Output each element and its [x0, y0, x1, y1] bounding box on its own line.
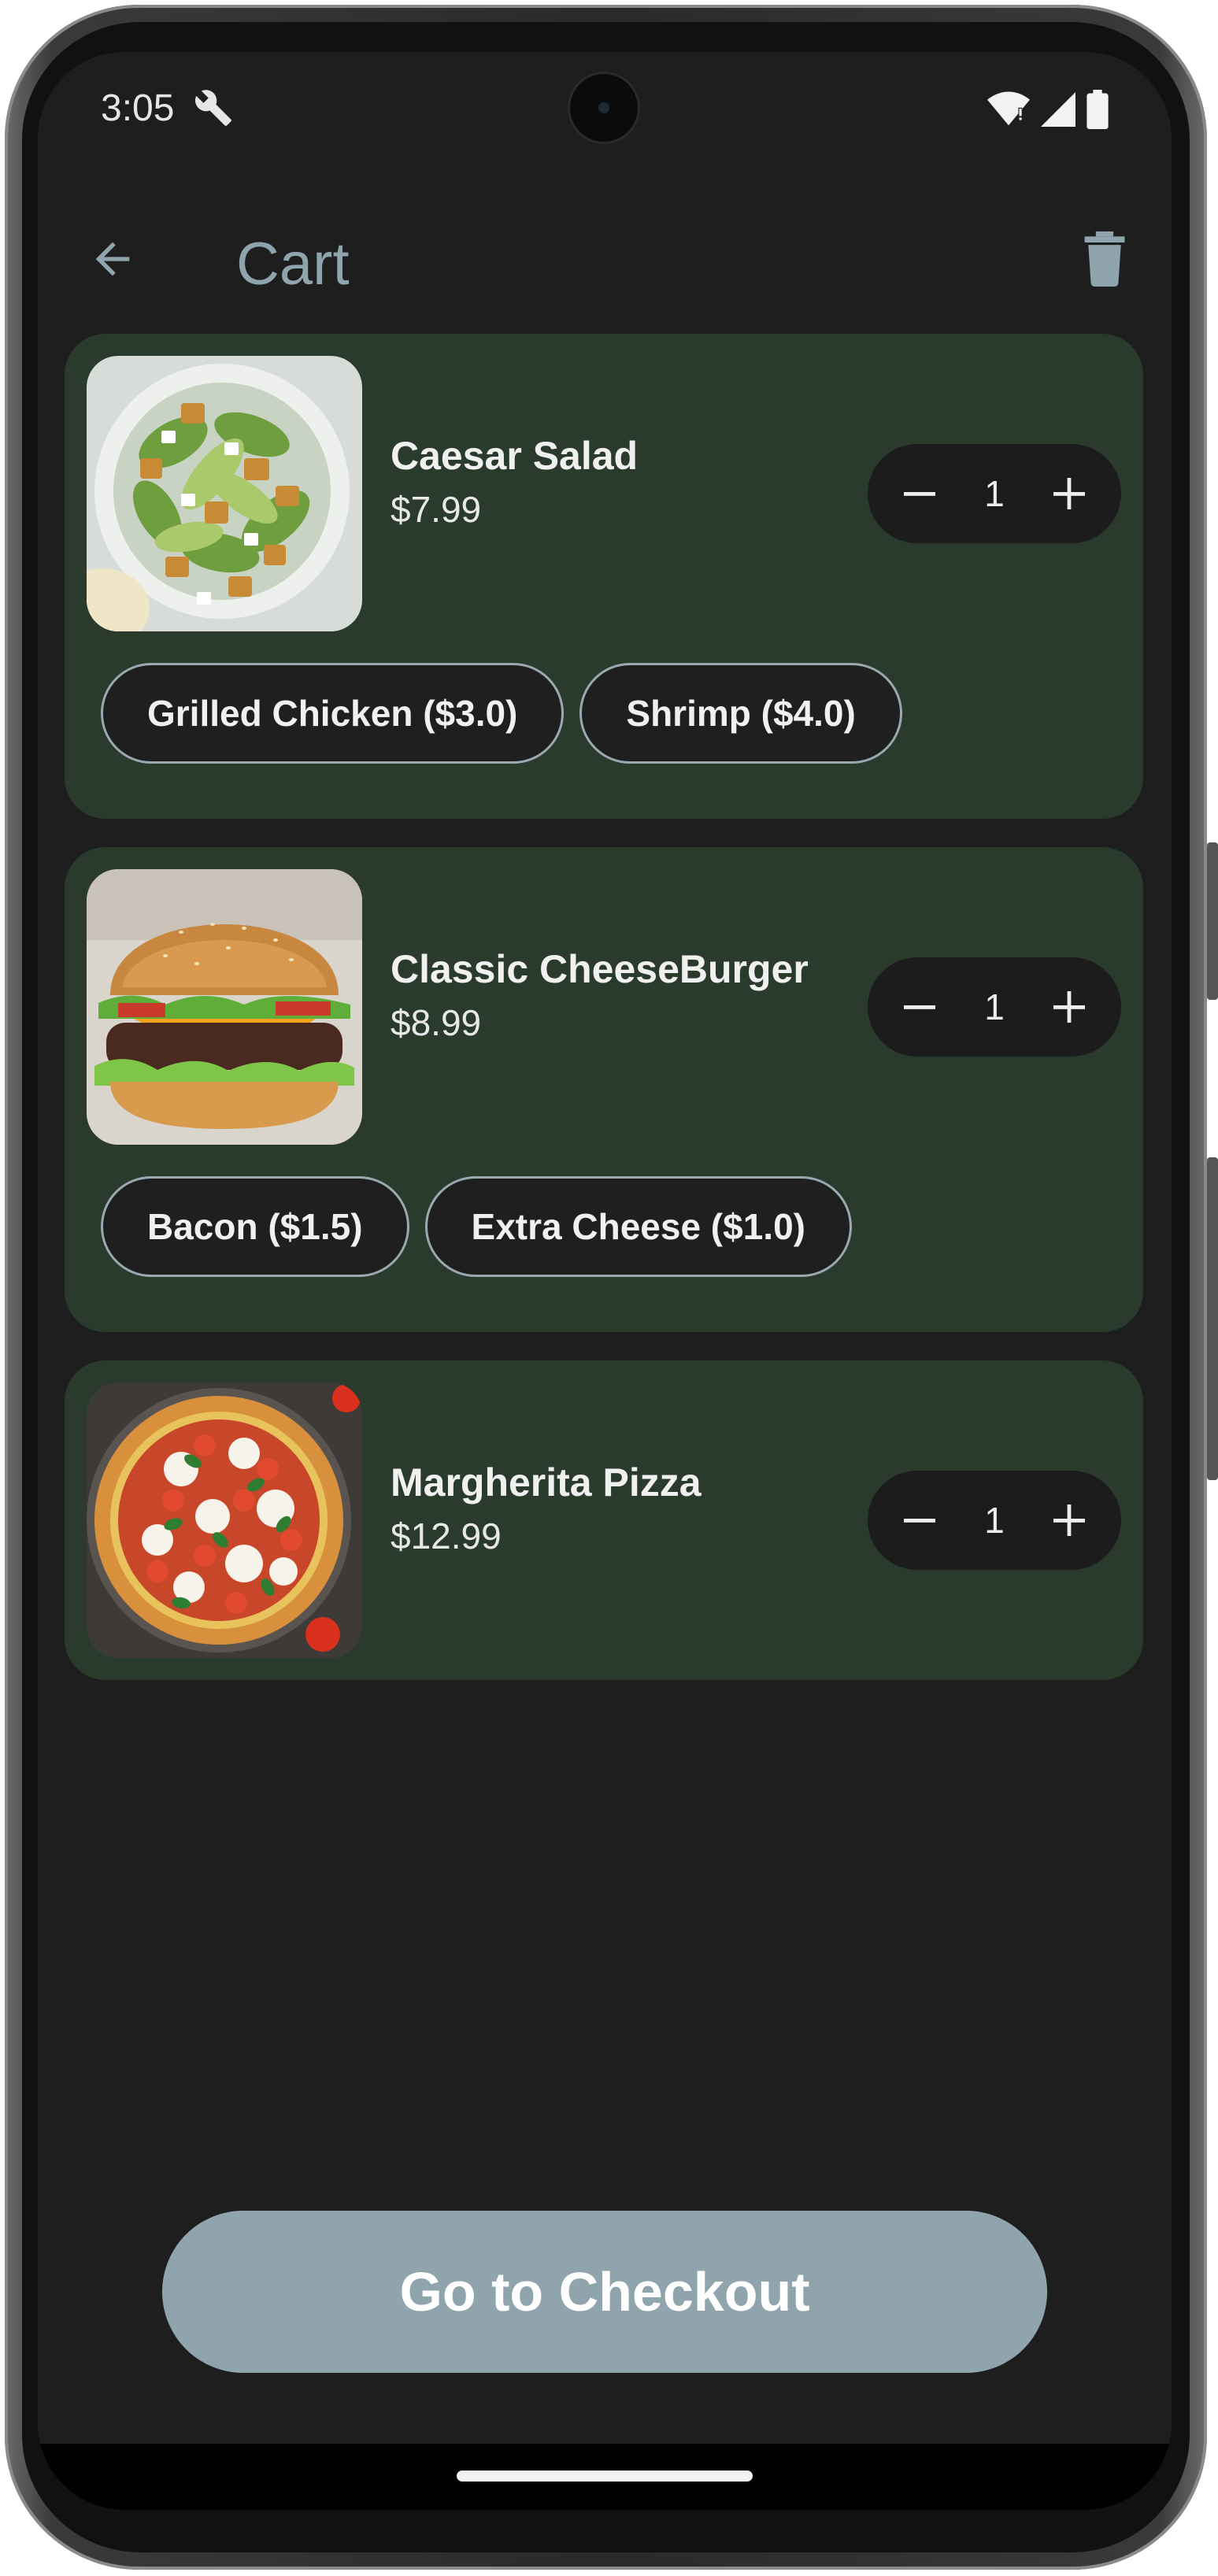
front-camera — [570, 74, 638, 142]
battery-icon — [1087, 90, 1109, 133]
increase-quantity-button[interactable] — [1039, 977, 1099, 1037]
addon-chip[interactable]: Grilled Chicken ($3.0) — [101, 663, 565, 764]
item-price: $8.99 — [391, 1002, 482, 1043]
plus-icon — [1053, 1505, 1085, 1536]
addon-chips: Bacon ($1.5) Extra Cheese ($1.0) — [101, 1176, 852, 1277]
plus-icon — [1053, 991, 1085, 1023]
item-name: Caesar Salad — [391, 434, 639, 478]
plus-icon — [1053, 478, 1085, 509]
minus-icon — [904, 1519, 935, 1523]
checkout-button[interactable]: Go to Checkout — [162, 2211, 1047, 2373]
app-bar: Cart — [38, 194, 1172, 312]
wifi-icon — [987, 91, 1030, 131]
decrease-quantity-button[interactable] — [890, 1490, 950, 1550]
quantity-value: 1 — [984, 1500, 1005, 1541]
page-title: Cart — [236, 231, 350, 298]
item-price: $7.99 — [391, 489, 482, 530]
cart-item: Classic CheeseBurger $8.99 1 Bacon ($1.5… — [65, 847, 1143, 1332]
minus-icon — [904, 492, 935, 496]
quantity-value: 1 — [984, 473, 1005, 514]
gesture-nav-bar — [38, 2444, 1172, 2510]
cart-list: Caesar Salad $7.99 1 Grilled Chicken ($3… — [65, 334, 1143, 1708]
addon-chip[interactable]: Shrimp ($4.0) — [579, 663, 902, 764]
quantity-stepper: 1 — [868, 444, 1121, 543]
cart-item: Caesar Salad $7.99 1 Grilled Chicken ($3… — [65, 334, 1143, 819]
caesar-salad-image — [87, 356, 362, 631]
status-icons — [987, 90, 1109, 133]
item-name: Margherita Pizza — [391, 1460, 702, 1505]
addon-chips: Grilled Chicken ($3.0) Shrimp ($4.0) — [101, 663, 902, 764]
signal-icon — [1041, 91, 1075, 131]
addon-chip[interactable]: Bacon ($1.5) — [101, 1176, 409, 1277]
decrease-quantity-button[interactable] — [890, 977, 950, 1037]
wrench-icon — [194, 88, 233, 128]
power-button — [1207, 842, 1218, 1000]
clear-cart-button[interactable] — [1069, 225, 1140, 296]
status-time: 3:05 — [101, 87, 175, 129]
status-bar: 3:05 — [38, 52, 1172, 162]
cart-item: Margherita Pizza $12.99 1 — [65, 1360, 1143, 1680]
decrease-quantity-button[interactable] — [890, 464, 950, 524]
quantity-stepper: 1 — [868, 957, 1121, 1057]
home-indicator[interactable] — [457, 2471, 753, 2482]
app-screen: 3:05 Cart Caesar Salad $7.99 1 Grilled C… — [38, 52, 1172, 2510]
volume-button — [1207, 1157, 1218, 1480]
item-price: $12.99 — [391, 1516, 502, 1556]
increase-quantity-button[interactable] — [1039, 464, 1099, 524]
quantity-stepper: 1 — [868, 1471, 1121, 1570]
item-name: Classic CheeseBurger — [391, 947, 809, 991]
arrow-back-icon — [87, 234, 138, 288]
increase-quantity-button[interactable] — [1039, 1490, 1099, 1550]
margherita-pizza-image — [87, 1382, 362, 1658]
trash-icon — [1079, 231, 1130, 291]
cheeseburger-image — [87, 869, 362, 1145]
back-button[interactable] — [77, 225, 148, 296]
addon-chip[interactable]: Extra Cheese ($1.0) — [424, 1176, 852, 1277]
quantity-value: 1 — [984, 986, 1005, 1027]
minus-icon — [904, 1005, 935, 1009]
